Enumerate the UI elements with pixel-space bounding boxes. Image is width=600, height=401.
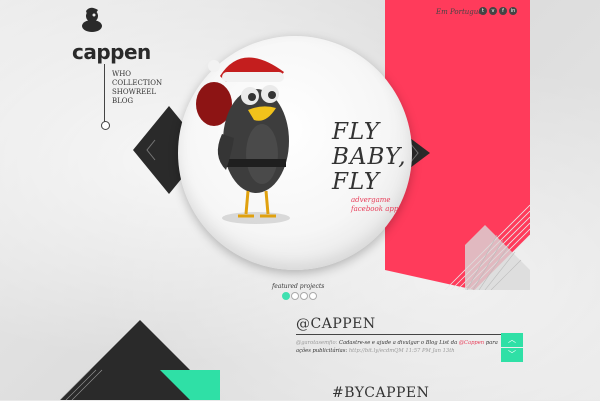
linkedin-icon[interactable]: in <box>509 7 517 15</box>
tweet-link[interactable]: http://bit.ly/ecdmQM <box>349 348 404 354</box>
nav-item-blog[interactable]: BLOG <box>112 97 162 106</box>
pager-dot-2[interactable] <box>291 292 299 300</box>
hero-title: FLY BABY, FLY <box>332 120 407 195</box>
hero-title-line-2: BABY, <box>332 144 407 170</box>
nav-item-collection[interactable]: COLLECTION <box>112 79 162 88</box>
bycappen-section-title: #BYCAPPEN <box>332 385 430 401</box>
featured-projects-label: featured projects <box>272 283 325 290</box>
twitter-section-title: @CAPPEN <box>296 316 376 332</box>
bird-mascot-illustration <box>196 57 290 224</box>
nav-end-dot <box>101 121 110 130</box>
tweet-text: @garotasemfio: Cadastre-se e ajude a div… <box>296 340 501 355</box>
tweet-mention[interactable]: @Cappen <box>459 340 484 346</box>
pager-dot-1[interactable] <box>282 292 290 300</box>
hero-subtitle-facebook-app[interactable]: facebook app <box>351 205 398 213</box>
main-navigation: WHO COLLECTION SHOWREEL BLOG <box>112 70 162 106</box>
bottom-left-dark-triangle <box>60 320 220 400</box>
nav-item-showreel[interactable]: SHOWREEL <box>112 88 162 97</box>
brand-logo-text[interactable]: cappen <box>72 40 151 64</box>
twitter-section-rule <box>296 334 522 335</box>
tweet-prev-button[interactable]: ︿ <box>501 333 523 347</box>
tweet-text-a: Cadastre-se e ajude a divulgar o Blog Li… <box>339 340 458 346</box>
nav-item-who[interactable]: WHO <box>112 70 162 79</box>
nav-vertical-line <box>104 64 105 122</box>
pager-dot-4[interactable] <box>309 292 317 300</box>
hero-subtitle-advergame[interactable]: advergame <box>351 196 391 204</box>
vimeo-icon[interactable]: v <box>489 7 497 15</box>
hero-title-line-1: FLY <box>332 119 380 145</box>
tweet-handle[interactable]: @garotasemfio: <box>296 340 337 346</box>
pager-dot-3[interactable] <box>300 292 308 300</box>
hero-title-line-3: FLY <box>332 169 380 195</box>
facebook-icon[interactable]: f <box>499 7 507 15</box>
tweet-next-button[interactable]: ﹀ <box>501 348 523 362</box>
cappen-bird-logo-icon[interactable] <box>80 6 104 34</box>
t-icon[interactable]: t <box>479 7 487 15</box>
tweet-time: 11:57 PM Jan 13th <box>405 347 455 354</box>
